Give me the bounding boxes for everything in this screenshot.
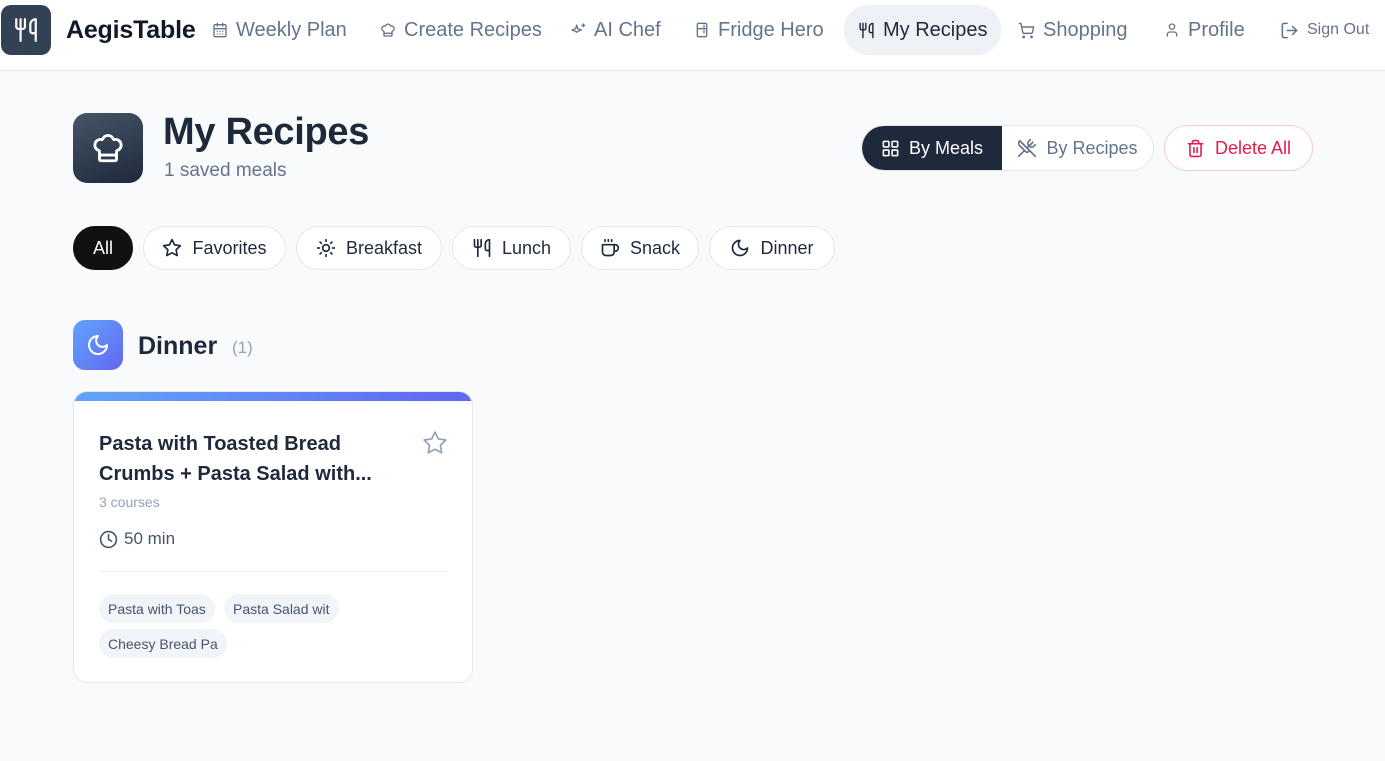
nav-profile-label: Profile (1188, 18, 1245, 41)
card-accent-bar (74, 392, 472, 401)
nav-ai-chef-label: AI Chef (594, 18, 661, 41)
calendar-icon (213, 22, 227, 38)
nav-fridge-hero[interactable]: Fridge Hero (694, 5, 824, 55)
nav-fridge-hero-label: Fridge Hero (718, 18, 824, 41)
sign-out-button[interactable]: Sign Out (1280, 5, 1369, 55)
section-title: Dinner (138, 332, 218, 360)
page-icon (73, 113, 143, 183)
log-out-icon (1281, 22, 1298, 38)
filter-dinner[interactable]: Dinner (709, 226, 835, 270)
page-title: My Recipes (163, 111, 370, 153)
coffee-icon (601, 238, 620, 257)
favorite-button[interactable] (422, 430, 448, 456)
filter-favorites-label: Favorites (192, 237, 267, 258)
view-by-meals-button[interactable]: By Meals (862, 126, 1002, 170)
section-count: (1) (232, 338, 253, 357)
nav-weekly-plan[interactable]: Weekly Plan (212, 5, 347, 55)
user-icon (1166, 23, 1178, 37)
utensils-icon (473, 238, 491, 258)
view-by-meals-label: By Meals (908, 137, 984, 158)
dinner-section-icon (73, 320, 123, 370)
star-icon (163, 238, 182, 257)
cart-icon (1018, 22, 1035, 38)
nav-create-recipes[interactable]: Create Recipes (380, 5, 542, 55)
meal-courses: 3 courses (99, 494, 160, 510)
filter-breakfast-label: Breakfast (345, 237, 423, 258)
filter-breakfast[interactable]: Breakfast (296, 226, 442, 270)
nav-create-recipes-label: Create Recipes (404, 18, 542, 41)
delete-all-button[interactable]: Delete All (1164, 125, 1313, 171)
filter-snack[interactable]: Snack (581, 226, 699, 270)
meal-time-label: 50 min (124, 529, 176, 548)
chef-hat-icon (93, 134, 123, 163)
nav-ai-chef[interactable]: AI Chef (570, 5, 661, 55)
filter-lunch[interactable]: Lunch (452, 226, 571, 270)
sun-icon (316, 238, 336, 258)
top-nav: AegisTable Weekly Plan Create Recipes AI… (0, 0, 1385, 71)
clock-icon (99, 530, 118, 548)
nav-weekly-plan-label: Weekly Plan (236, 18, 347, 41)
card-divider (99, 571, 448, 572)
sign-out-label: Sign Out (1307, 21, 1370, 38)
moon-icon (732, 239, 749, 257)
logo[interactable] (1, 5, 51, 55)
filter-all[interactable]: All (73, 226, 133, 270)
course-tag: Pasta Salad wit (224, 594, 339, 623)
moon-icon (88, 335, 108, 355)
nav-shopping-label: Shopping (1043, 18, 1128, 41)
filter-dinner-label: Dinner (760, 237, 814, 258)
meal-card[interactable]: Pasta with Toasted Bread Crumbs + Pasta … (73, 391, 473, 683)
utensils-icon (859, 22, 874, 38)
view-toggle: By Meals By Recipes (861, 125, 1154, 171)
trash-icon (1187, 139, 1204, 157)
grid-icon (882, 140, 899, 156)
utensils-icon (15, 18, 37, 42)
filter-lunch-label: Lunch (501, 237, 552, 258)
meal-time: 50 min (99, 529, 175, 549)
view-by-recipes-label: By Recipes (1046, 137, 1138, 158)
nav-my-recipes-label: My Recipes (883, 18, 988, 41)
filter-snack-label: Snack (629, 237, 681, 258)
utensils-crossed-icon (1018, 138, 1037, 158)
saved-meals-count: 1 saved meals (164, 160, 287, 181)
star-icon (423, 431, 447, 454)
view-by-recipes-button[interactable]: By Recipes (1002, 126, 1153, 170)
chef-hat-icon (381, 23, 395, 37)
fridge-icon (696, 22, 708, 38)
meal-title: Pasta with Toasted Bread Crumbs + Pasta … (99, 433, 372, 485)
filter-favorites[interactable]: Favorites (143, 226, 286, 270)
course-tag: Pasta with Toas (99, 594, 215, 623)
nav-my-recipes[interactable]: My Recipes (844, 5, 1002, 55)
course-tag: Cheesy Bread Pa (99, 629, 227, 658)
nav-shopping[interactable]: Shopping (1018, 5, 1128, 55)
brand-name[interactable]: AegisTable (66, 16, 196, 45)
delete-all-label: Delete All (1214, 137, 1292, 158)
sparkles-icon (571, 23, 586, 33)
nav-profile[interactable]: Profile (1164, 5, 1245, 55)
filter-all-label: All (92, 237, 113, 258)
